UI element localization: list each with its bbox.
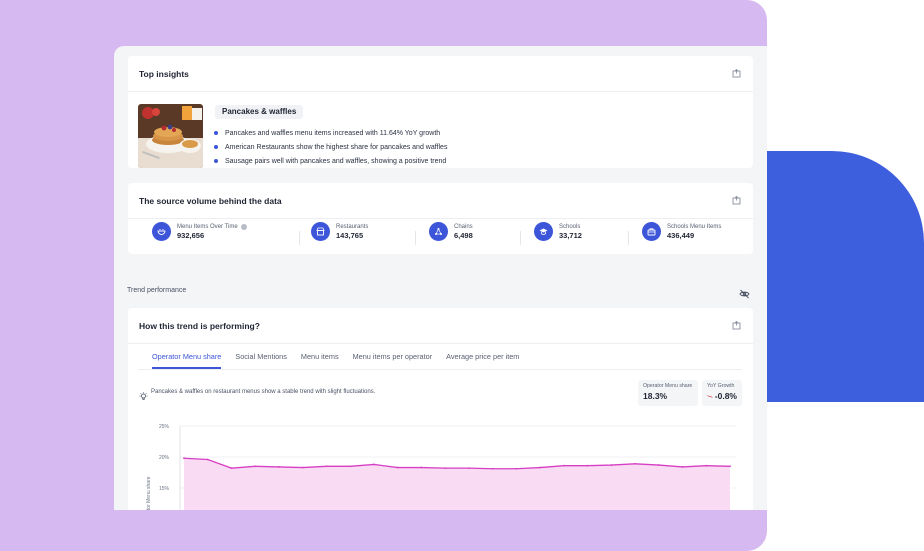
trend-down-icon: [707, 394, 713, 398]
source-volume-card: The source volume behind the data Menu I…: [128, 183, 753, 254]
top-insights-title: Top insights: [139, 68, 189, 79]
stat-value: 436,449: [667, 230, 695, 240]
data-point: [634, 462, 636, 465]
data-point: [681, 466, 684, 468]
tab-social-mentions[interactable]: Social Mentions: [235, 352, 287, 369]
divider: [520, 231, 521, 245]
stat-value: 932,656: [177, 230, 205, 240]
metric-label: YoY Growth: [707, 383, 735, 389]
trend-tabs: Operator Menu share Social Mentions Menu…: [152, 352, 533, 369]
divider: [299, 231, 300, 245]
data-point: [586, 464, 589, 467]
stat-label: Menu Items Over Time: [177, 223, 238, 230]
stat-value: 33,712: [559, 230, 582, 240]
data-point: [206, 458, 209, 461]
divider: [628, 231, 629, 245]
data-point: [657, 464, 660, 466]
metric-value: -0.8%: [714, 391, 737, 401]
data-point: [539, 466, 541, 469]
stat-label: Schools Menu Items: [667, 223, 722, 230]
stat-label: Restaurants: [336, 223, 369, 230]
data-point: [491, 467, 494, 470]
network-icon: [429, 222, 448, 241]
stat-schools-menu-items: Schools Menu Items 436,449: [642, 222, 721, 241]
lightbulb-icon: [139, 388, 148, 400]
insights-list: Pancakes and waffles menu items increase…: [214, 126, 447, 168]
graduation-cap-icon: [534, 222, 553, 241]
export-icon[interactable]: [731, 196, 741, 206]
stat-schools: Schools 33,712: [534, 222, 582, 241]
list-item: American Restaurants show the highest sh…: [214, 140, 447, 154]
eye-off-icon[interactable]: [739, 286, 750, 299]
source-volume-title: The source volume behind the data: [139, 195, 282, 206]
tab-menu-items[interactable]: Menu items: [301, 352, 339, 369]
y-tick-label: 25%: [159, 424, 170, 430]
stat-value: 143,765: [336, 230, 364, 240]
data-point: [373, 463, 375, 466]
data-point: [515, 467, 518, 470]
data-point: [729, 465, 731, 468]
list-item: Pancakes and waffles menu items increase…: [214, 126, 447, 140]
data-point: [562, 464, 565, 467]
metric-operator-menu-share: Operator Menu share 18.3%: [638, 380, 698, 406]
trend-performance-card: How this trend is performing? Operator M…: [128, 308, 753, 510]
tab-operator-menu-share[interactable]: Operator Menu share: [152, 352, 222, 369]
data-point: [254, 465, 257, 468]
stat-label: Chains: [454, 223, 473, 230]
stat-chains: Chains 6,498: [429, 222, 473, 241]
y-axis-label: Operator Menu share: [146, 476, 152, 510]
stat-value: 6,498: [454, 230, 473, 240]
data-point: [610, 464, 613, 466]
stat-menu-items: Menu Items Over Time 932,656: [152, 222, 247, 241]
bowl-icon: [152, 222, 171, 241]
y-tick-label: 20%: [159, 455, 170, 461]
tab-average-price[interactable]: Average price per item: [446, 352, 519, 369]
data-point: [444, 467, 447, 470]
tab-menu-items-per-operator[interactable]: Menu items per operator: [353, 352, 433, 369]
blue-backdrop-shape: [767, 151, 924, 402]
trend-area-chart: 25% 20% 15% Operator Menu share: [146, 424, 736, 510]
data-point: [420, 466, 423, 469]
metric-yoy-growth: YoY Growth -0.8%: [702, 380, 742, 406]
data-point: [349, 465, 352, 468]
info-icon[interactable]: [240, 223, 247, 230]
bullet-dot-icon: [214, 145, 218, 149]
stat-restaurants: Restaurants 143,765: [311, 222, 368, 241]
pancakes-image: [138, 104, 203, 168]
bullet-dot-icon: [214, 131, 218, 135]
data-point: [301, 466, 304, 469]
topic-chip: Pancakes & waffles: [215, 105, 304, 119]
storefront-icon: [311, 222, 330, 241]
data-point: [705, 464, 708, 467]
data-point: [396, 466, 399, 469]
tabs-divider: [138, 369, 742, 370]
trend-summary: Pancakes & waffles on restaurant menus s…: [151, 389, 376, 395]
data-point: [467, 467, 470, 470]
list-item: Sausage pairs well with pancakes and waf…: [214, 154, 447, 168]
data-point: [230, 467, 233, 470]
lunchbox-icon: [642, 222, 661, 241]
data-point: [183, 457, 185, 460]
dashboard-panel: Top insights Pancakes & waffles Pancakes…: [114, 46, 767, 510]
stat-label: Schools: [559, 223, 581, 230]
export-icon[interactable]: [731, 69, 741, 79]
data-point: [278, 466, 280, 468]
divider: [415, 231, 416, 245]
y-tick-label: 15%: [159, 486, 170, 492]
export-icon[interactable]: [731, 321, 741, 331]
metric-value: 18.3%: [643, 391, 668, 401]
source-stats: Menu Items Over Time 932,656 Restaurants…: [128, 218, 753, 254]
data-point: [325, 465, 328, 468]
bullet-dot-icon: [214, 159, 218, 163]
trend-performance-label: Trend performance: [127, 287, 187, 294]
trend-title: How this trend is performing?: [139, 320, 260, 331]
metric-label: Operator Menu share: [643, 383, 693, 389]
top-insights-card: Top insights Pancakes & waffles Pancakes…: [128, 56, 753, 168]
